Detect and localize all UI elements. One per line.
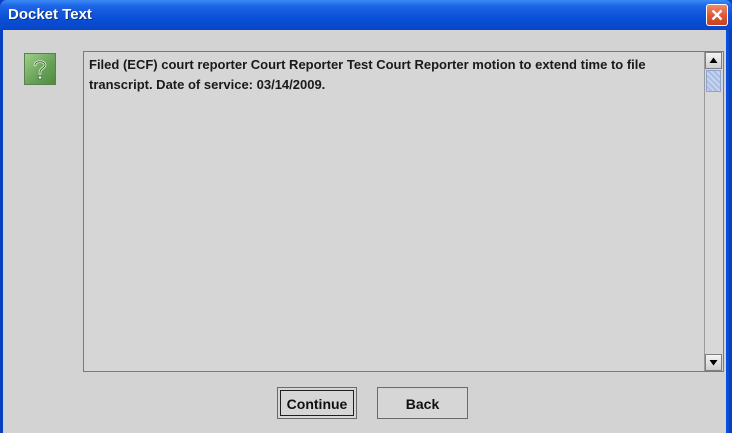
continue-button[interactable]: Continue [277,387,357,419]
scroll-up-button[interactable] [705,52,722,69]
back-button[interactable]: Back [377,387,468,419]
title-bar[interactable]: Docket Text [0,0,732,30]
question-help-icon [24,53,56,85]
docket-message: Filed (ECF) court reporter Court Reporte… [89,57,646,92]
arrow-up-icon [709,57,718,63]
vertical-scrollbar[interactable] [704,52,723,371]
docket-text-area[interactable]: Filed (ECF) court reporter Court Reporte… [83,51,724,372]
scroll-thumb[interactable] [706,70,721,92]
window-title: Docket Text [8,6,92,23]
arrow-down-icon [709,360,718,366]
close-icon [711,9,723,21]
scroll-down-button[interactable] [705,354,722,371]
close-button[interactable] [706,4,728,26]
